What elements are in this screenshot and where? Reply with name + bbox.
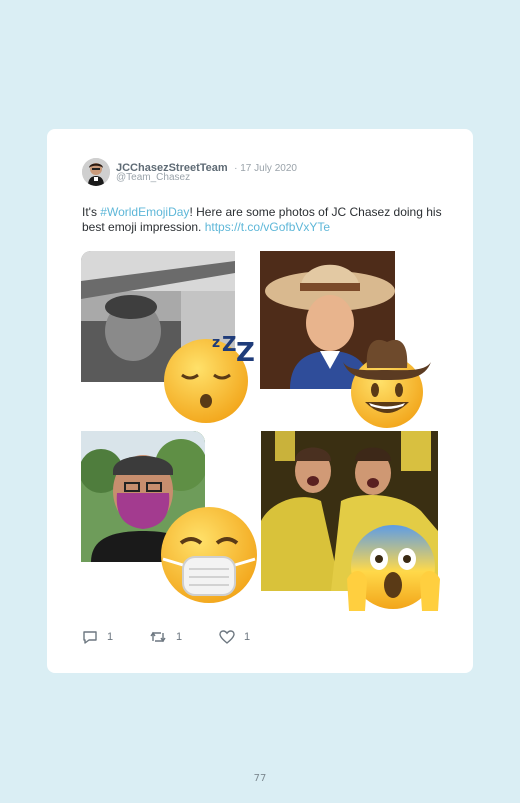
svg-text:Z: Z <box>236 338 255 368</box>
tweet-card: JCChasezStreetTeam · 17 July 2020 @Team_… <box>47 129 473 673</box>
like-count: 1 <box>244 631 251 643</box>
cowboy-hat-face-icon <box>339 332 435 430</box>
reply-button[interactable]: 1 <box>82 628 113 646</box>
tweet-date[interactable]: · 17 July 2020 <box>234 163 297 174</box>
svg-text:Z: Z <box>222 332 237 356</box>
reply-count: 1 <box>107 631 114 643</box>
avatar[interactable] <box>82 158 110 186</box>
retweet-button[interactable]: 1 <box>149 628 182 646</box>
hashtag-link[interactable]: #WorldEmojiDay <box>100 205 189 219</box>
face-with-medical-mask-icon <box>157 503 261 607</box>
text-prefix: It's <box>82 205 101 219</box>
retweet-count: 1 <box>176 631 183 643</box>
tweet-actions: 1 1 1 <box>82 628 382 646</box>
svg-text:z: z <box>212 335 220 351</box>
tweet-url-link[interactable]: https://t.co/vGofbVxYTe <box>205 220 330 234</box>
tweet-text: It's #WorldEmojiDay! Here are some photo… <box>82 205 442 235</box>
author-handle[interactable]: @Team_Chasez <box>116 172 190 183</box>
retweet-icon <box>149 629 167 645</box>
heart-icon <box>219 629 235 645</box>
tweet-header: JCChasezStreetTeam · 17 July 2020 @Team_… <box>82 157 442 187</box>
page: JCChasezStreetTeam · 17 July 2020 @Team_… <box>0 0 520 803</box>
face-screaming-in-fear-icon <box>345 521 442 611</box>
like-button[interactable]: 1 <box>219 628 250 646</box>
reply-icon <box>82 629 98 645</box>
sleeping-face-icon: z Z Z <box>160 329 256 425</box>
page-number: 77 <box>253 773 267 784</box>
